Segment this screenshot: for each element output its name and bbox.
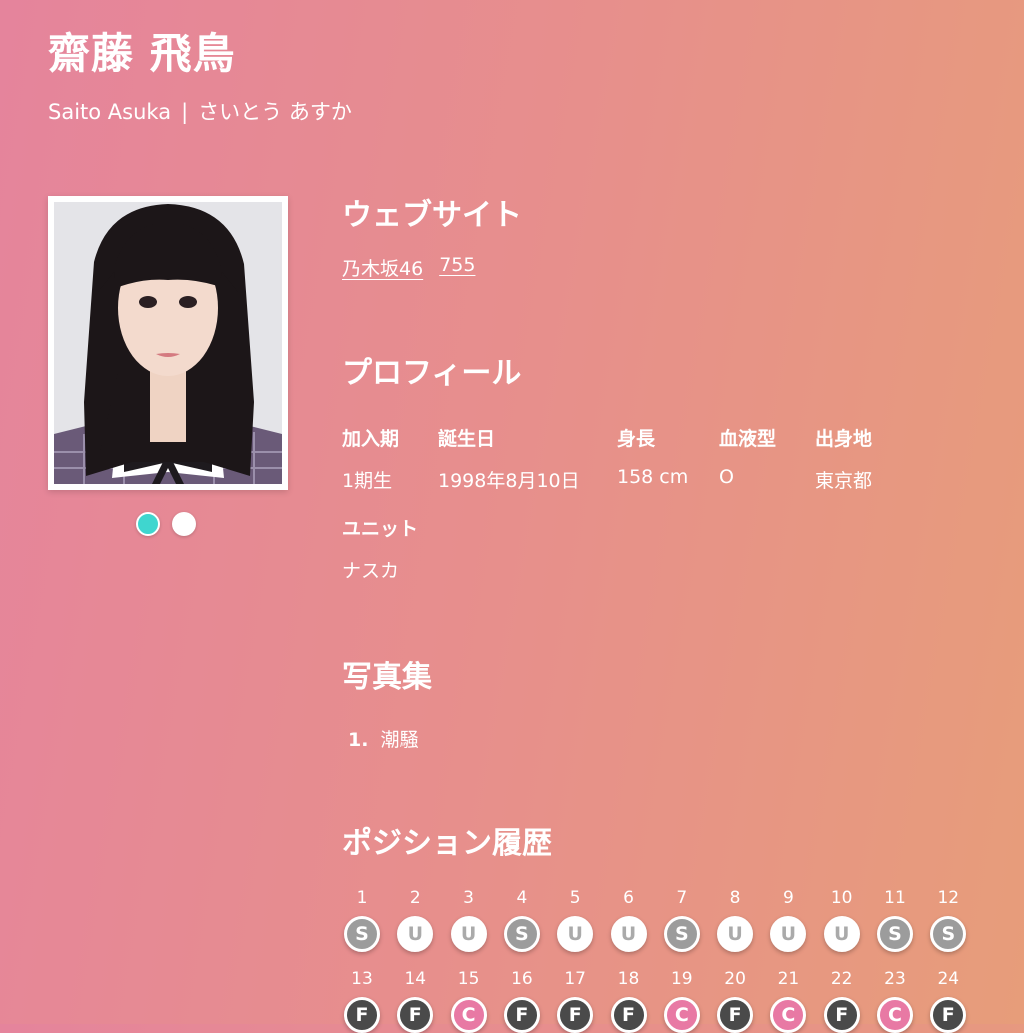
position-single-number: 16	[511, 969, 533, 989]
position-badge: U	[450, 916, 487, 952]
position-badge: F	[717, 997, 754, 1033]
position-badge: S	[877, 916, 913, 952]
profile-label-birthplace: 出身地	[815, 428, 873, 450]
position-single-number: 24	[937, 969, 960, 989]
position-badge: F	[503, 997, 540, 1033]
position-badge: S	[930, 916, 967, 952]
position-single-number: 23	[884, 969, 906, 989]
website-links: 乃木坂46 755	[342, 254, 475, 281]
position-badge: U	[397, 916, 434, 952]
position-badge: U	[823, 916, 860, 952]
website-heading: ウェブサイト	[342, 198, 522, 233]
position-single-number: 19	[670, 969, 693, 989]
position-single-number: 12	[937, 888, 960, 908]
position-single-number: 1	[356, 888, 368, 908]
position-single-number: 8	[729, 888, 741, 908]
photobook-heading: 写真集	[342, 660, 432, 695]
profile-heading: プロフィール	[342, 356, 522, 391]
position-badge: U	[557, 916, 594, 952]
member-photo-image	[54, 202, 282, 484]
profile-label-blood-type: 血液型	[719, 428, 777, 450]
position-badge: S	[663, 916, 700, 952]
profile-label-generation: 加入期	[342, 428, 400, 450]
position-single-number: 20	[724, 969, 746, 989]
position-badge: S	[503, 916, 540, 952]
position-single-number: 2	[409, 888, 421, 908]
profile-value-birthday: 1998年8月10日	[438, 470, 580, 492]
photobook-title: 潮騒	[380, 729, 419, 751]
profile-value-blood-type: O	[719, 466, 734, 488]
position-single-number: 5	[569, 888, 581, 908]
position-badge: U	[717, 916, 754, 952]
position-single-number: 13	[351, 969, 373, 989]
position-single-number: 18	[617, 969, 640, 989]
photo-pager-dot[interactable]	[172, 512, 196, 536]
position-badge: F	[823, 997, 860, 1033]
position-single-number: 15	[457, 969, 480, 989]
member-reading: Saito Asuka | さいとう あすか	[48, 96, 352, 126]
position-single-number: 14	[404, 969, 427, 989]
position-single-number: 4	[516, 888, 528, 908]
position-single-number: 10	[830, 888, 853, 908]
profile-label-height: 身長	[617, 428, 656, 450]
position-single-number: 21	[777, 969, 800, 989]
profile-value-birthplace: 東京都	[815, 470, 873, 492]
photo-pager	[136, 512, 196, 536]
profile-label-birthday: 誕生日	[438, 428, 496, 450]
profile-value-generation: 1期生	[342, 470, 393, 492]
position-single-number: 9	[782, 888, 794, 908]
position-badge: F	[397, 997, 434, 1033]
position-badge: F	[610, 997, 647, 1033]
position-single-number: 3	[463, 888, 474, 908]
position-badge: S	[344, 916, 380, 952]
position-single-number: 22	[830, 969, 853, 989]
position-badge: C	[663, 997, 700, 1033]
position-badge: U	[610, 916, 647, 952]
755-link[interactable]: 755	[439, 254, 475, 281]
position-badge: C	[770, 997, 807, 1033]
position-badge: F	[557, 997, 594, 1033]
profile-label-unit: ユニット	[342, 518, 419, 540]
position-single-number: 17	[564, 969, 586, 989]
member-photo-frame	[48, 196, 288, 490]
position-badge: C	[877, 997, 913, 1033]
position-badge: F	[930, 997, 967, 1033]
profile-value-height: 158 cm	[617, 466, 689, 488]
position-badge: F	[344, 997, 380, 1033]
position-badge: U	[770, 916, 807, 952]
photobook-number: 1.	[348, 729, 369, 751]
official-site-link[interactable]: 乃木坂46	[342, 254, 423, 281]
reading-separator: |	[181, 100, 189, 124]
profile-value-unit: ナスカ	[342, 560, 400, 582]
position-history-heading: ポジション履歴	[342, 826, 552, 861]
position-single-number: 7	[676, 888, 688, 908]
member-romaji: Saito Asuka	[48, 100, 172, 124]
member-photo[interactable]	[54, 202, 282, 484]
member-name: 齋藤 飛鳥	[48, 29, 236, 78]
photobook-list-item: 1. 潮騒	[348, 725, 418, 752]
position-badge: C	[450, 997, 487, 1033]
position-single-number: 11	[884, 888, 906, 908]
position-single-number: 6	[623, 888, 634, 908]
photo-pager-dot[interactable]	[136, 512, 160, 536]
member-kana: さいとう あすか	[198, 100, 352, 124]
